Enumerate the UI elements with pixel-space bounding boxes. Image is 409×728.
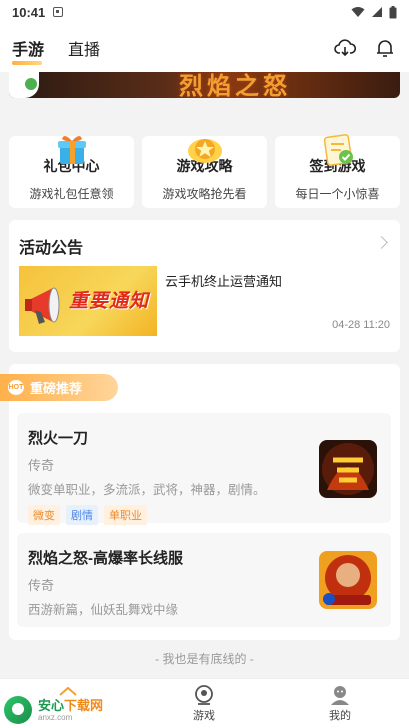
watermark-text: 安心下载网 anxz.com (38, 699, 103, 722)
signal-icon (372, 7, 382, 17)
game-icon (319, 440, 377, 498)
nav-games-label: 游戏 (193, 710, 215, 722)
announcement-thumb-label: 重要通知 (69, 291, 150, 312)
banner-title: 烈焰之怒 (179, 73, 291, 98)
qr-code-icon (9, 72, 39, 98)
recommend-heading-tag: HOT 重磅推荐 (0, 374, 118, 401)
quick-link-subtitle: 游戏攻略抢先看 (162, 187, 247, 201)
announcement-card: 活动公告 重要通知 云手机终止运营通知 04-28 11:20 (9, 220, 400, 352)
game-name: 烈焰之怒-高爆率长线服 (28, 550, 183, 567)
game-tag: 剧情 (66, 505, 98, 525)
status-bar: 10:41 (0, 0, 409, 24)
watermark-site: anxz.com (38, 712, 73, 722)
watermark-brand-a: 安心 (38, 697, 65, 713)
notification-icon (53, 7, 64, 17)
hot-badge-icon: HOT (8, 380, 24, 395)
game-genre: 传奇 (28, 458, 55, 473)
game-icon (195, 685, 213, 705)
game-description: 西游新篇，仙妖乱舞戏中缘 (28, 603, 179, 617)
chevron-right-icon[interactable] (375, 236, 388, 249)
game-tag: 单职业 (104, 505, 147, 525)
announcement-time: 04-28 11:20 (332, 319, 390, 331)
clock: 10:41 (12, 4, 46, 20)
quick-link-game-guide[interactable]: 游戏攻略 游戏攻略抢先看 (142, 136, 267, 208)
announcement-title[interactable]: 云手机终止运营通知 (165, 271, 282, 290)
game-card[interactable]: 烈火一刀 传奇 微变单职业，多流派，武将，神器，剧情。 微变 剧情 单职业 (17, 413, 391, 525)
recommend-section: HOT 重磅推荐 烈火一刀 传奇 微变单职业，多流派，武将，神器，剧情。 微变 … (0, 364, 400, 640)
announcement-thumbnail[interactable]: 重要通知 (19, 266, 157, 336)
checkin-note-icon (323, 134, 353, 166)
nav-games[interactable]: 游戏 (164, 683, 244, 723)
game-tag: 微变 (28, 505, 60, 525)
recommend-heading: 重磅推荐 (30, 381, 83, 396)
game-card[interactable]: 烈焰之怒-高爆率长线服 传奇 西游新篇，仙妖乱舞戏中缘 (17, 533, 391, 627)
tab-mobile-games[interactable]: 手游 (12, 36, 44, 65)
end-of-list-text: - 我也是有底线的 - (155, 652, 254, 666)
quick-link-gift-center[interactable]: 礼包中心 游戏礼包任意领 (9, 135, 134, 208)
bell-icon[interactable] (373, 36, 397, 60)
gift-icon (57, 135, 86, 164)
quick-link-checkin[interactable]: 签到游戏 每日一个小惊喜 (275, 134, 400, 208)
top-nav: 手游 直播 (0, 24, 409, 72)
nav-profile[interactable]: 我的 (300, 683, 380, 723)
quick-links: 礼包中心 游戏礼包任意领 游戏攻略 游戏攻略抢先看 签到游戏 每日一个小惊喜 (9, 118, 400, 210)
star-badge-icon (187, 139, 222, 163)
game-name: 烈火一刀 (28, 430, 89, 447)
game-description: 微变单职业，多流派，武将，神器，剧情。 (28, 483, 266, 497)
game-tags: 微变 剧情 单职业 (28, 505, 147, 525)
watermark-logo-icon (4, 696, 32, 724)
battery-icon (389, 5, 397, 18)
site-watermark: 安心下载网 anxz.com (4, 694, 114, 726)
quick-link-subtitle: 每日一个小惊喜 (295, 187, 380, 201)
wifi-icon (351, 7, 365, 17)
nav-profile-label: 我的 (329, 710, 351, 722)
watermark-brand-b: 下载网 (64, 697, 104, 713)
game-icon (319, 551, 377, 609)
promo-banner[interactable]: 烈焰之怒 (9, 72, 400, 98)
quick-link-subtitle: 游戏礼包任意领 (29, 187, 114, 201)
tab-live[interactable]: 直播 (68, 36, 100, 60)
download-cloud-icon[interactable] (333, 36, 357, 60)
status-icons (351, 5, 397, 19)
game-genre: 传奇 (28, 578, 55, 593)
profile-icon (331, 686, 349, 705)
announcement-heading: 活动公告 (19, 240, 84, 257)
